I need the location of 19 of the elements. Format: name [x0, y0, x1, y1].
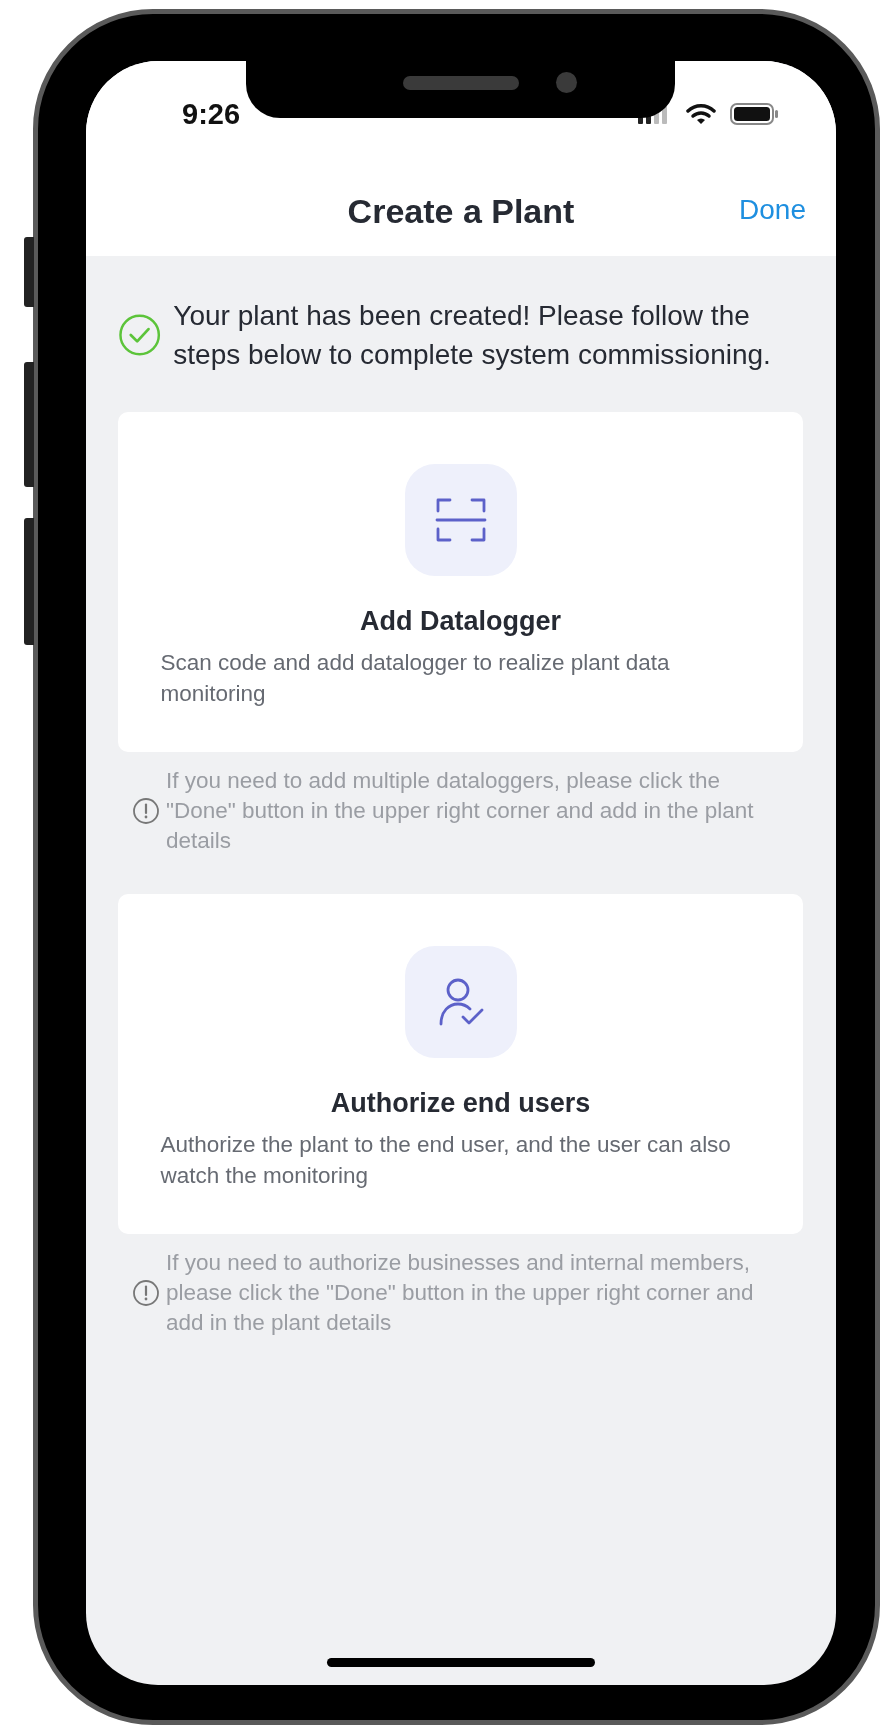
step-title: Authorize end users: [330, 1088, 591, 1119]
success-message: Your plant has been created! Please follow the steps below to complete system commissioning.: [173, 299, 772, 372]
battery-icon: [730, 103, 780, 125]
info-icon: [132, 797, 160, 825]
note-text: If you need to add multiple dataloggers, please click the "Done" button in the upper right corner and add in the plant details: [166, 767, 755, 855]
check-circle-icon: [118, 313, 162, 357]
step-title: Add Datalogger: [360, 606, 561, 637]
step-card[interactable]: Add Datalogger Scan code and add datalogger to realize plant data monitoring: [118, 412, 803, 752]
status-time: 9:26: [182, 97, 241, 131]
page-title: Create a Plant: [347, 192, 575, 231]
step-description: Scan code and add datalogger to realize plant data monitoring: [160, 649, 671, 708]
step-description: Authorize the plant to the end user, and the user can also watch the monitoring: [160, 1131, 732, 1190]
scan-icon: [434, 497, 487, 543]
speaker-icon: [403, 76, 519, 90]
step-card[interactable]: Authorize end users Authorize the plant to the end user, and the user can also watch the monitoring: [118, 894, 803, 1234]
camera-icon: [556, 72, 577, 93]
info-icon: [132, 1279, 160, 1307]
wifi-icon: [686, 103, 716, 125]
note-text: If you need to authorize businesses and internal members, please click the "Done" button in the upper right corner and add in the plant details: [166, 1249, 755, 1337]
